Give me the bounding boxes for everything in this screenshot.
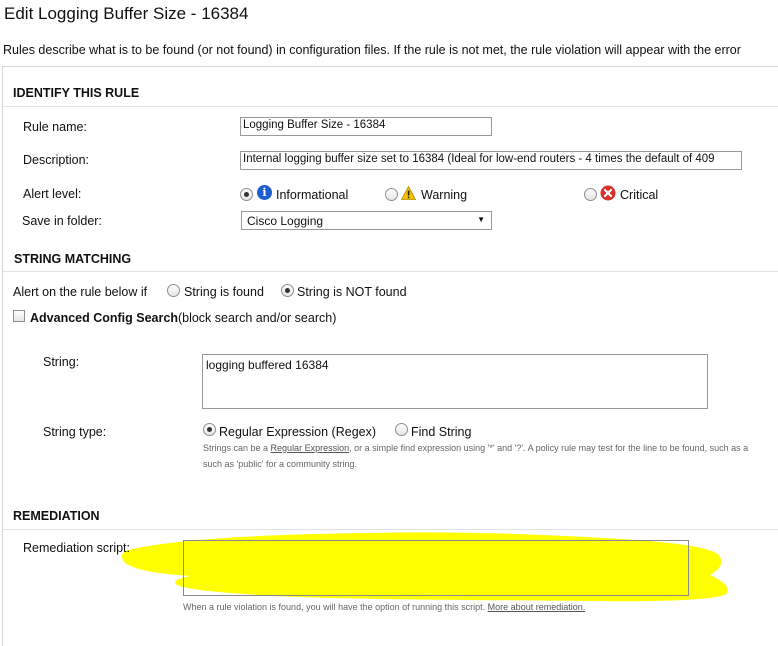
remediation-script-textarea[interactable] bbox=[183, 540, 689, 596]
alert-warning-radio[interactable] bbox=[385, 188, 398, 201]
folder-label: Save in folder: bbox=[22, 214, 102, 228]
regex-help-link[interactable]: Regular Expression bbox=[271, 443, 350, 453]
type-find-label: Find String bbox=[411, 425, 472, 439]
rule-name-input[interactable]: Logging Buffer Size - 16384 bbox=[240, 117, 492, 136]
alert-warning-label: Warning bbox=[421, 188, 468, 202]
identify-heading: IDENTIFY THIS RULE bbox=[13, 86, 140, 100]
page-title: Edit Logging Buffer Size - 16384 bbox=[4, 4, 249, 23]
advanced-search-bold: Advanced Config Search bbox=[30, 311, 178, 325]
info-icon: i bbox=[257, 185, 272, 200]
type-find-radio[interactable] bbox=[395, 423, 408, 436]
help-part2: , or a simple find expression using '*' … bbox=[349, 443, 749, 453]
string-type-label: String type: bbox=[43, 425, 107, 439]
advanced-search-rest: (block search and/or search) bbox=[177, 311, 337, 325]
matching-heading: STRING MATCHING bbox=[14, 252, 132, 266]
caret-down-icon: ▼ bbox=[477, 215, 485, 224]
string-not-found-label: String is NOT found bbox=[297, 285, 407, 299]
alert-informational-label: Informational bbox=[276, 188, 349, 202]
divider bbox=[3, 106, 778, 107]
help-part1: Strings can be a bbox=[203, 443, 271, 453]
warning-icon bbox=[401, 186, 416, 200]
advanced-search-label: Advanced Config Search(block search and/… bbox=[30, 311, 336, 325]
remediation-note-text: When a rule violation is found, you will… bbox=[183, 602, 488, 612]
remediation-heading: REMEDIATION bbox=[13, 509, 100, 523]
string-found-radio[interactable] bbox=[167, 284, 180, 297]
critical-icon bbox=[600, 185, 616, 201]
remediation-script-label: Remediation script: bbox=[23, 541, 130, 555]
folder-select[interactable]: Cisco Logging ▼ bbox=[241, 211, 492, 230]
string-help-text: Strings can be a Regular Expression, or … bbox=[203, 443, 748, 453]
alert-informational-radio[interactable] bbox=[240, 188, 253, 201]
alert-critical-label: Critical bbox=[620, 188, 659, 202]
remediation-note: When a rule violation is found, you will… bbox=[183, 602, 585, 612]
string-found-label: String is found bbox=[184, 285, 264, 299]
type-regex-radio[interactable] bbox=[203, 423, 216, 436]
type-regex-label: Regular Expression (Regex) bbox=[219, 425, 377, 439]
string-not-found-radio[interactable] bbox=[281, 284, 294, 297]
divider bbox=[3, 271, 778, 272]
string-help-line2: such as 'public' for a community string. bbox=[203, 459, 357, 469]
page-intro: Rules describe what is to be found (or n… bbox=[3, 43, 741, 57]
remediation-more-link[interactable]: More about remediation. bbox=[488, 602, 586, 612]
string-textarea[interactable]: logging buffered 16384 bbox=[202, 354, 708, 409]
alert-critical-radio[interactable] bbox=[584, 188, 597, 201]
rule-name-label: Rule name: bbox=[23, 120, 87, 134]
description-label: Description: bbox=[23, 153, 89, 167]
string-label: String: bbox=[43, 355, 80, 369]
alert-level-label: Alert level: bbox=[23, 187, 82, 201]
advanced-search-checkbox[interactable] bbox=[13, 310, 25, 322]
alert-condition-label: Alert on the rule below if bbox=[13, 285, 148, 299]
folder-select-value: Cisco Logging bbox=[247, 214, 324, 228]
description-input[interactable]: Internal logging buffer size set to 1638… bbox=[240, 151, 742, 170]
